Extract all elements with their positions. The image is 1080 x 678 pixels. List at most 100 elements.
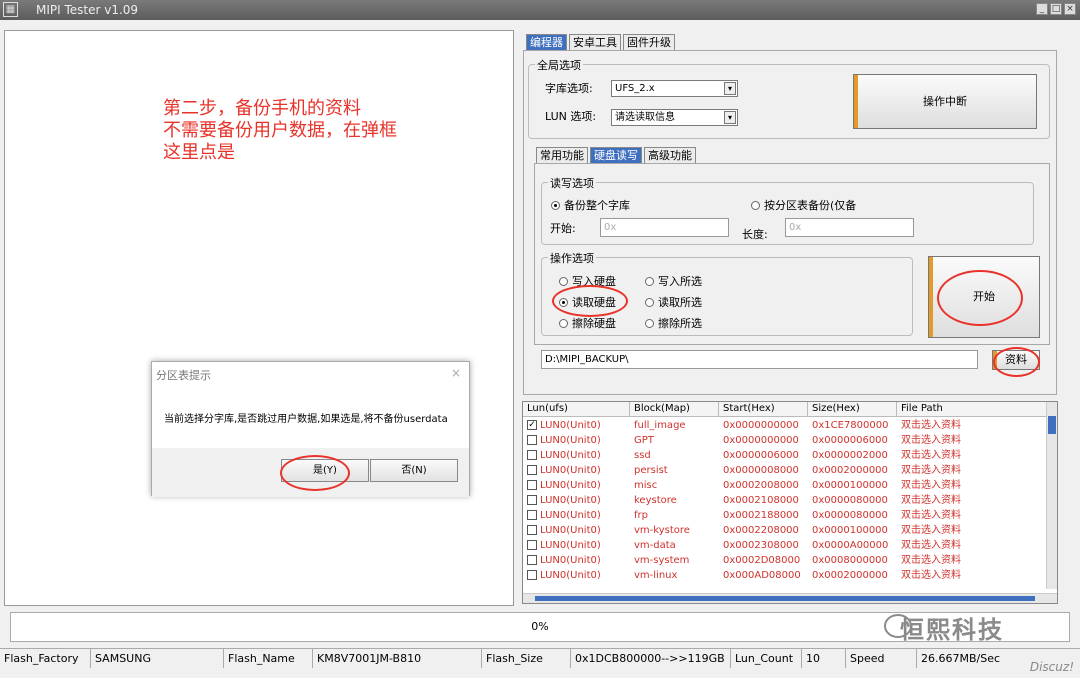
cell-block: vm-kystore [630, 523, 719, 538]
col-start[interactable]: Start(Hex) [719, 402, 808, 417]
cell-block: ssd [630, 448, 719, 463]
cell-lun-text: LUN0(Unit0) [540, 435, 601, 446]
lib-select-value: UFS_2.x [615, 83, 655, 94]
lun-option-label: LUN 选项: [545, 110, 597, 123]
col-lun[interactable]: Lun(ufs) [523, 402, 630, 417]
cell-size-text: 0x0002000000 [812, 570, 888, 581]
row-checkbox[interactable] [527, 495, 537, 505]
radio-read-selected[interactable]: 读取所选 [645, 294, 702, 310]
close-window-button[interactable]: × [1064, 3, 1076, 15]
row-checkbox[interactable] [527, 480, 537, 490]
table-row[interactable]: LUN0(Unit0) keystore 0x0002108000 0x0000080… [523, 493, 1047, 508]
cell-file-path-text: 双击选入资料 [901, 465, 961, 476]
cell-file-path: 双击选入资料 [897, 478, 1047, 493]
row-checkbox[interactable] [527, 465, 537, 475]
scroll-thumb[interactable] [535, 596, 1035, 601]
table-row[interactable]: LUN0(Unit0) vm-linux 0x000AD08000 0x0002000… [523, 568, 1047, 583]
instruction-line-1: 第二步，备份手机的资料 [163, 98, 361, 119]
table-row[interactable]: LUN0(Unit0) GPT 0x0000000000 0x0000006000 双击… [523, 433, 1047, 448]
radio-erase-disk-label: 擦除硬盘 [572, 317, 616, 330]
instruction-line-3: 这里点是 [163, 142, 235, 163]
tab-common-functions[interactable]: 常用功能 [536, 147, 588, 163]
radio-erase-selected[interactable]: 擦除所选 [645, 315, 702, 331]
table-row[interactable]: ✓ LUN0(Unit0) full_image 0x0000000000 0x1CE7… [523, 418, 1047, 433]
radio-backup-whole[interactable]: 备份整个字库 [551, 197, 630, 213]
col-block[interactable]: Block(Map) [630, 402, 719, 417]
col-size[interactable]: Size(Hex) [808, 402, 897, 417]
horizontal-scrollbar[interactable] [523, 593, 1057, 603]
tab-firmware-upgrade[interactable]: 固件升级 [623, 34, 675, 50]
length-label: 长度: [742, 228, 768, 241]
radio-dot[interactable] [751, 200, 760, 210]
col-file-path[interactable]: File Path [897, 402, 1047, 417]
row-checkbox[interactable]: ✓ [527, 420, 537, 430]
cell-size: 0x0000002000 [808, 448, 897, 463]
cell-start-text: 0x0002108000 [723, 495, 799, 506]
radio-dot[interactable] [645, 318, 654, 328]
table-row[interactable]: LUN0(Unit0) ssd 0x0000006000 0x0000002000 双击… [523, 448, 1047, 463]
lun-select[interactable]: 请选读取信息 ▾ [611, 109, 738, 126]
cell-size-text: 0x0000100000 [812, 480, 888, 491]
cell-file-path-text: 双击选入资料 [901, 420, 961, 431]
chevron-down-icon[interactable]: ▾ [724, 111, 736, 124]
row-checkbox[interactable] [527, 435, 537, 445]
radio-dot[interactable] [559, 318, 568, 328]
cell-block-text: vm-data [634, 540, 676, 551]
cell-file-path: 双击选入资料 [897, 463, 1047, 478]
vertical-scrollbar[interactable] [1046, 402, 1057, 589]
close-icon[interactable]: × [451, 366, 461, 380]
maximize-button[interactable]: □ [1050, 3, 1062, 15]
tab-android-tools[interactable]: 安卓工具 [569, 34, 621, 50]
cell-size: 0x0008000000 [808, 553, 897, 568]
cell-size-text: 0x1CE7800000 [812, 420, 889, 431]
no-button[interactable]: 否(N) [370, 459, 458, 482]
cell-size-text: 0x0002000000 [812, 465, 888, 476]
table-row[interactable]: LUN0(Unit0) vm-data 0x0002308000 0x0000A000… [523, 538, 1047, 553]
table-row[interactable]: LUN0(Unit0) misc 0x0002008000 0x0000100000 双… [523, 478, 1047, 493]
status-flash-size: 0x1DCB800000-->>119GB [571, 649, 731, 668]
row-checkbox[interactable] [527, 510, 537, 520]
tab-advanced-functions[interactable]: 高级功能 [644, 147, 696, 163]
radio-erase-disk[interactable]: 擦除硬盘 [559, 315, 616, 331]
cell-lun: LUN0(Unit0) [523, 523, 630, 538]
scroll-thumb[interactable] [1048, 416, 1056, 434]
rw-options-label: 读写选项 [548, 175, 596, 191]
start-label: 开始: [550, 222, 576, 235]
radio-dot[interactable] [645, 276, 654, 286]
radio-dot[interactable] [645, 297, 654, 307]
tab-disk-read-write[interactable]: 硬盘读写 [590, 147, 642, 163]
cell-file-path-text: 双击选入资料 [901, 480, 961, 491]
table-row[interactable]: LUN0(Unit0) persist 0x0000008000 0x00020000… [523, 463, 1047, 478]
abort-button[interactable]: 操作中断 [853, 74, 1037, 129]
minimize-button[interactable]: _ [1036, 3, 1048, 15]
status-bar: Flash_Factory SAMSUNG Flash_Name KM8V700… [0, 648, 1080, 668]
cell-size-text: 0x0000A00000 [812, 540, 889, 551]
radio-dot[interactable] [551, 200, 560, 210]
row-checkbox[interactable] [527, 450, 537, 460]
cell-block: full_image [630, 418, 719, 433]
chevron-down-icon[interactable]: ▾ [724, 82, 736, 95]
radio-dot[interactable] [559, 276, 568, 286]
tab-programmer[interactable]: 编程器 [526, 34, 567, 50]
cell-start: 0x0000006000 [719, 448, 808, 463]
cell-start-text: 0x0000000000 [723, 435, 799, 446]
backup-path-input[interactable]: D:\MIPI_BACKUP\ [541, 350, 978, 369]
cell-lun: LUN0(Unit0) [523, 508, 630, 523]
row-checkbox[interactable] [527, 525, 537, 535]
lib-option-label: 字库选项: [545, 82, 593, 95]
lib-select[interactable]: UFS_2.x ▾ [611, 80, 738, 97]
cell-file-path: 双击选入资料 [897, 433, 1047, 448]
start-input[interactable]: 0x [600, 218, 729, 237]
row-checkbox[interactable] [527, 540, 537, 550]
cell-block: vm-data [630, 538, 719, 553]
radio-backup-partition[interactable]: 按分区表备份(仅备 [751, 197, 856, 213]
length-input[interactable]: 0x [785, 218, 914, 237]
radio-write-selected[interactable]: 写入所选 [645, 273, 702, 289]
cell-size: 0x0000006000 [808, 433, 897, 448]
table-row[interactable]: LUN0(Unit0) vm-system 0x0002D08000 0x000800… [523, 553, 1047, 568]
row-checkbox[interactable] [527, 555, 537, 565]
table-row[interactable]: LUN0(Unit0) vm-kystore 0x0002208000 0x00001… [523, 523, 1047, 538]
cell-block-text: vm-kystore [634, 525, 690, 536]
row-checkbox[interactable] [527, 570, 537, 580]
table-row[interactable]: LUN0(Unit0) frp 0x0002188000 0x0000080000 双击… [523, 508, 1047, 523]
